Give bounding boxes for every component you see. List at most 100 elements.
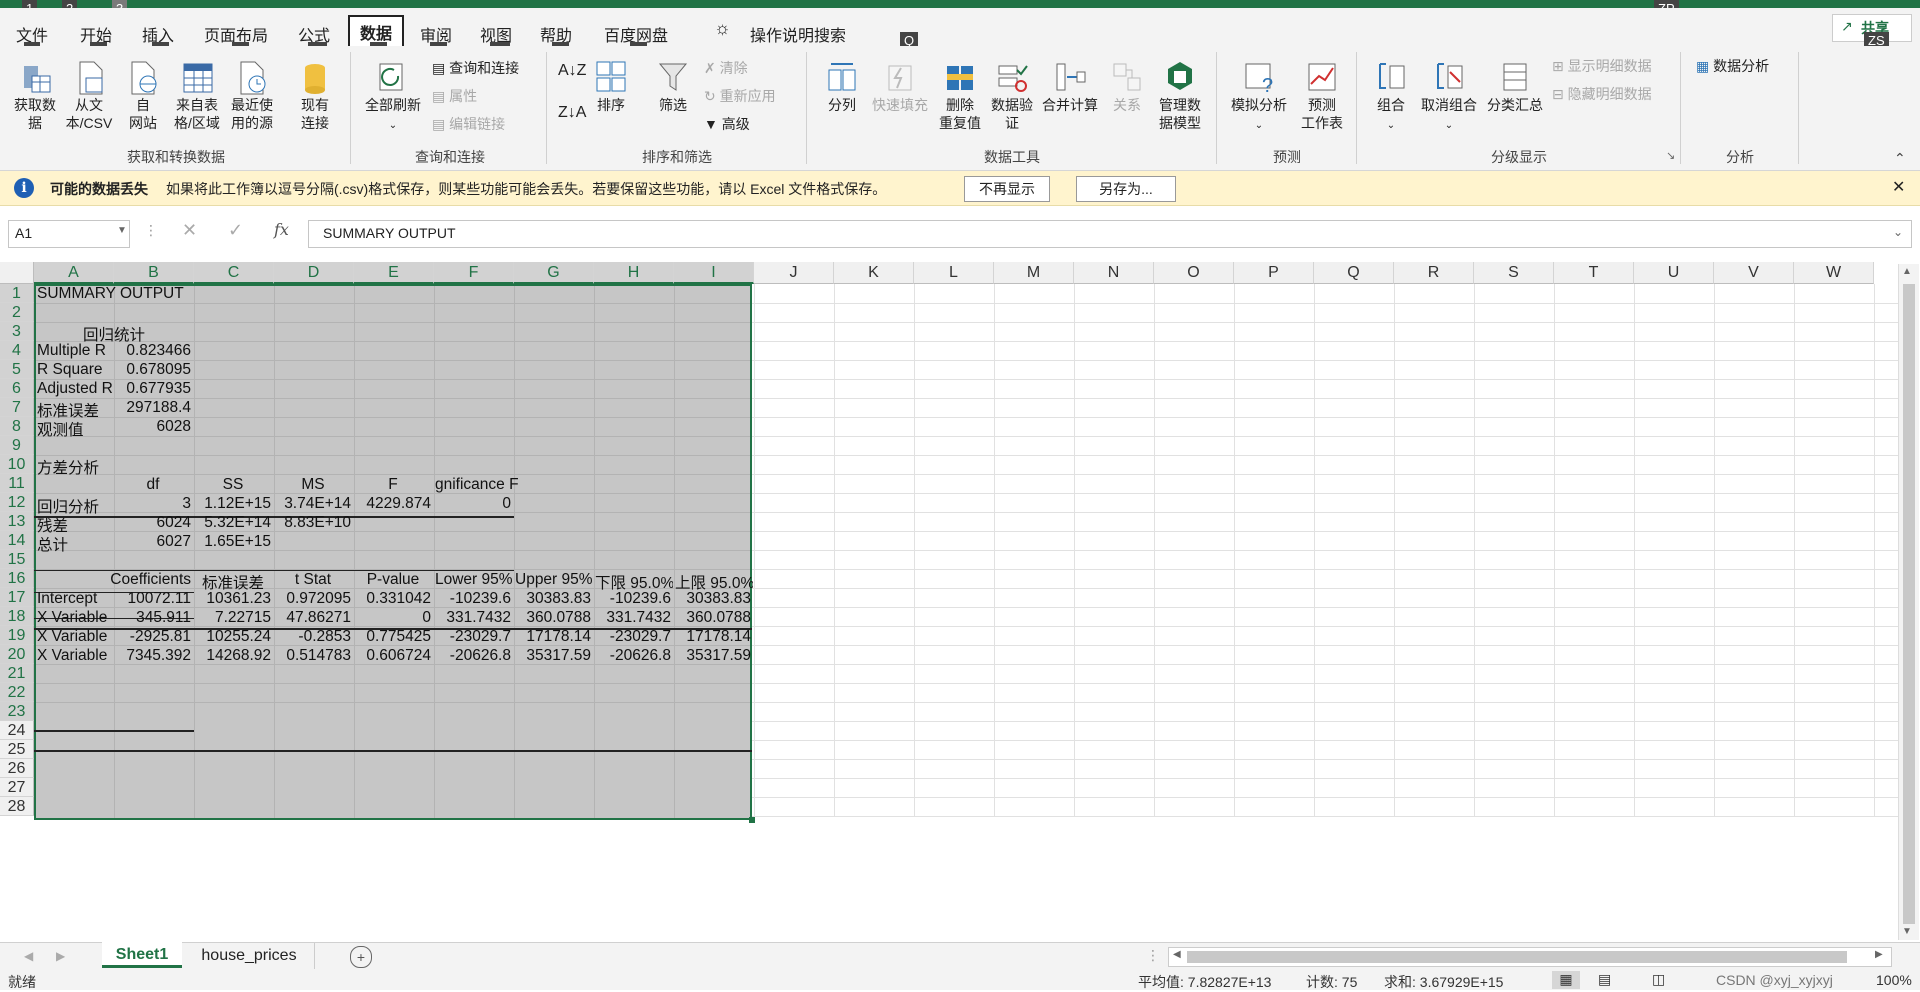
scroll-up-icon[interactable]: ▲ (1902, 266, 1912, 277)
cell-C20[interactable]: 14268.92 (193, 647, 273, 667)
normal-view-icon[interactable]: ▦ (1552, 971, 1580, 989)
cell-B5[interactable]: 0.678095 (113, 361, 193, 381)
row-header-17[interactable]: 17 (0, 588, 34, 607)
cell-H19[interactable]: -23029.7 (593, 628, 673, 648)
column-header-m[interactable]: M (994, 262, 1074, 284)
cell-F11[interactable]: gnificance F (433, 476, 533, 496)
cell-B8[interactable]: 6028 (113, 418, 193, 438)
cell-E18[interactable]: 0 (353, 609, 433, 629)
reapply-button[interactable]: ↻ 重新应用 (704, 86, 776, 106)
column-header-v[interactable]: V (1714, 262, 1794, 284)
row-header-22[interactable]: 22 (0, 683, 34, 702)
consolidate-button[interactable]: 合并计算 (1038, 58, 1102, 114)
row-header-25[interactable]: 25 (0, 740, 34, 759)
scroll-down-icon[interactable]: ▼ (1902, 926, 1912, 937)
cell-A14[interactable]: 总计 (35, 533, 113, 553)
cell-D18[interactable]: 47.86271 (273, 609, 353, 629)
cell-H16[interactable]: 下限 95.0% (593, 571, 673, 591)
existing-connections-button[interactable]: 现有 连接 (290, 58, 340, 132)
cell-B6[interactable]: 0.677935 (113, 380, 193, 400)
cell-E19[interactable]: 0.775425 (353, 628, 433, 648)
edit-links-button[interactable]: ▤ 编辑链接 (432, 114, 505, 134)
cell-G16[interactable]: Upper 95% (513, 571, 593, 591)
column-header-u[interactable]: U (1634, 262, 1714, 284)
cell-B18[interactable]: 345.911 (113, 609, 193, 629)
column-header-r[interactable]: R (1394, 262, 1474, 284)
sort-descending-icon[interactable]: Z↓A (558, 104, 586, 122)
cell-A17[interactable]: Intercept (35, 590, 113, 610)
row-header-10[interactable]: 10 (0, 455, 34, 474)
column-header-d[interactable]: D (274, 262, 354, 284)
cell-D17[interactable]: 0.972095 (273, 590, 353, 610)
cell-F18[interactable]: 331.7432 (433, 609, 513, 629)
column-header-b[interactable]: B (114, 262, 194, 284)
row-header-27[interactable]: 27 (0, 778, 34, 797)
row-header-24[interactable]: 24 (0, 721, 34, 740)
cell-B19[interactable]: -2925.81 (113, 628, 193, 648)
what-if-analysis-button[interactable]: ? 模拟分析 ⌄ (1224, 58, 1294, 135)
cell-I16[interactable]: 上限 95.0% (673, 571, 753, 591)
fill-handle[interactable] (749, 817, 755, 823)
row-header-1[interactable]: 1 (0, 284, 34, 303)
cell-B11[interactable]: df (113, 476, 193, 496)
row-header-5[interactable]: 5 (0, 360, 34, 379)
column-header-w[interactable]: W (1794, 262, 1874, 284)
cell-G19[interactable]: 17178.14 (513, 628, 593, 648)
splitter-icon[interactable]: ⋮ (1146, 947, 1160, 964)
scrollbar-thumb[interactable] (1903, 284, 1915, 924)
row-header-20[interactable]: 20 (0, 645, 34, 664)
cell-E16[interactable]: P-value (353, 571, 433, 591)
column-header-q[interactable]: Q (1314, 262, 1394, 284)
scroll-left-icon[interactable]: ◀ (1173, 949, 1181, 960)
column-header-a[interactable]: A (34, 262, 114, 284)
cell-C19[interactable]: 10255.24 (193, 628, 273, 648)
add-sheet-icon[interactable]: + (350, 946, 372, 968)
worksheet-grid[interactable]: ABCDEFGHIJKLMNOPQRSTUVW 1 2 3 4 5 6 7 8 9 10 11 12 1… (0, 262, 1920, 942)
column-header-p[interactable]: P (1234, 262, 1314, 284)
manage-data-model-button[interactable]: 管理数 据模型 (1150, 58, 1210, 132)
advanced-filter-button[interactable]: ▼ 高级 (704, 114, 750, 134)
collapse-ribbon-icon[interactable]: ⌃ (1894, 150, 1906, 167)
row-header-19[interactable]: 19 (0, 626, 34, 645)
vertical-scrollbar[interactable]: ▲ ▼ (1898, 264, 1919, 940)
cell-B17[interactable]: 10072.11 (113, 590, 193, 610)
hscrollbar-thumb[interactable] (1187, 951, 1847, 963)
text-to-columns-button[interactable]: 分列 (818, 58, 866, 114)
data-validation-button[interactable]: 数据验 证 (986, 58, 1038, 132)
zoom-level[interactable]: 100% (1876, 972, 1912, 988)
cell-D19[interactable]: -0.2853 (273, 628, 353, 648)
cell-B20[interactable]: 7345.392 (113, 647, 193, 667)
show-detail-button[interactable]: ⊞ 显示明细数据 (1552, 56, 1652, 76)
cell-G17[interactable]: 30383.83 (513, 590, 593, 610)
row-header-14[interactable]: 14 (0, 531, 34, 550)
row-header-8[interactable]: 8 (0, 417, 34, 436)
formula-input[interactable]: SUMMARY OUTPUT ⌄ (308, 220, 1912, 248)
column-header-k[interactable]: K (834, 262, 914, 284)
cancel-icon[interactable]: ✕ (182, 220, 197, 241)
cell-B7[interactable]: 297188.4 (113, 399, 193, 419)
column-header-t[interactable]: T (1554, 262, 1634, 284)
ungroup-button[interactable]: 取消组合 ⌄ (1416, 58, 1482, 135)
sheet-tab-sheet1[interactable]: Sheet1 (102, 942, 182, 968)
sort-button[interactable]: 排序 (588, 58, 634, 114)
cell-E12[interactable]: 4229.874 (353, 495, 433, 515)
cell-I18[interactable]: 360.0788 (673, 609, 753, 629)
next-sheet-icon[interactable]: ▶ (56, 949, 65, 963)
cell-B14[interactable]: 6027 (113, 533, 193, 553)
sheet-tab-house-prices[interactable]: house_prices (184, 943, 315, 969)
cell-H20[interactable]: -20626.8 (593, 647, 673, 667)
cell-A5[interactable]: R Square (35, 361, 113, 381)
subtotal-button[interactable]: 分类汇总 (1482, 58, 1548, 114)
cell-B13[interactable]: 6024 (113, 514, 193, 534)
cell-I17[interactable]: 30383.83 (673, 590, 753, 610)
remove-duplicates-button[interactable]: 删除 重复值 (934, 58, 986, 132)
column-header-g[interactable]: G (514, 262, 594, 284)
forecast-sheet-button[interactable]: 预测 工作表 (1294, 58, 1350, 132)
cell-A19[interactable]: X Variable (35, 628, 113, 648)
column-header-f[interactable]: F (434, 262, 514, 284)
clear-filter-button[interactable]: ✗ 清除 (704, 58, 748, 78)
cell-D20[interactable]: 0.514783 (273, 647, 353, 667)
enter-icon[interactable]: ✓ (228, 220, 243, 241)
save-as-button[interactable]: 另存为... (1076, 176, 1176, 202)
row-header-16[interactable]: 16 (0, 569, 34, 588)
